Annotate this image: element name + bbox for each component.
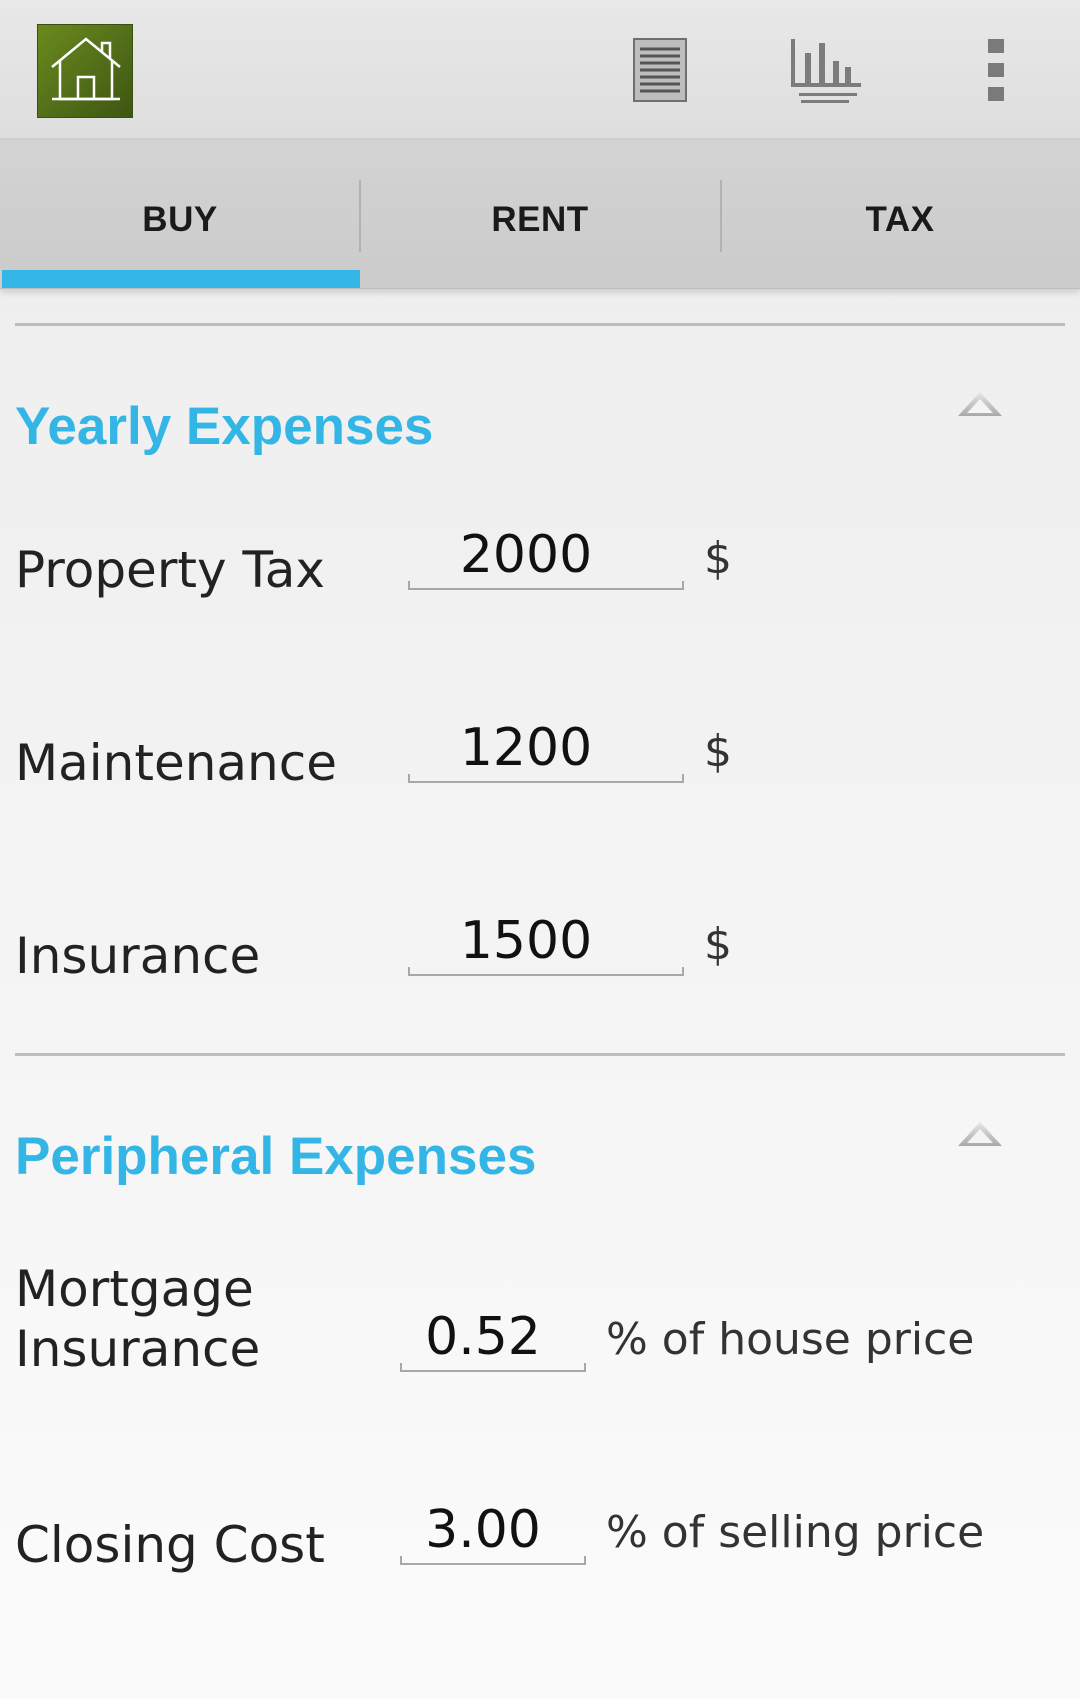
- insurance-label: Insurance: [15, 927, 261, 985]
- collapse-icon[interactable]: [950, 382, 1010, 426]
- mortgage-insurance-label: Mortgage Insurance: [15, 1259, 260, 1379]
- input-underline: [400, 1556, 586, 1565]
- property-tax-label: Property Tax: [15, 541, 325, 599]
- input-underline: [408, 774, 684, 783]
- insurance-unit: $: [704, 919, 732, 970]
- tab-buy[interactable]: BUY: [0, 140, 360, 288]
- tab-rent-label: RENT: [491, 200, 589, 239]
- maintenance-input[interactable]: 1200: [408, 713, 684, 783]
- tab-bar: BUY RENT TAX: [0, 140, 1080, 289]
- collapse-icon[interactable]: [950, 1112, 1010, 1156]
- selected-tab-indicator: [2, 270, 360, 288]
- overflow-menu-icon[interactable]: [976, 30, 1016, 110]
- maintenance-unit: $: [704, 726, 732, 777]
- closing-cost-input[interactable]: 3.00: [400, 1495, 586, 1565]
- action-bar: [0, 0, 1080, 140]
- section-title-peripheral-expenses: Peripheral Expenses: [15, 1127, 537, 1186]
- property-tax-value: 2000: [459, 525, 593, 585]
- section-divider: [15, 1053, 1065, 1056]
- property-tax-input[interactable]: 2000: [408, 520, 684, 590]
- insurance-value: 1500: [459, 911, 593, 971]
- mortgage-insurance-input[interactable]: 0.52: [400, 1302, 586, 1372]
- input-underline: [408, 967, 684, 976]
- mortgage-insurance-label-line1: Mortgage: [15, 1260, 254, 1318]
- property-tax-unit: $: [704, 533, 732, 584]
- section-divider: [15, 323, 1065, 326]
- tab-buy-label: BUY: [142, 200, 218, 239]
- tab-tax[interactable]: TAX: [720, 140, 1080, 288]
- closing-cost-unit: % of selling price: [606, 1507, 985, 1558]
- closing-cost-label: Closing Cost: [15, 1516, 325, 1574]
- maintenance-value: 1200: [459, 718, 593, 778]
- input-underline: [400, 1363, 586, 1372]
- input-underline: [408, 581, 684, 590]
- house-icon[interactable]: [37, 24, 133, 118]
- tab-tax-label: TAX: [865, 200, 935, 239]
- closing-cost-value: 3.00: [425, 1500, 541, 1560]
- section-title-yearly-expenses: Yearly Expenses: [15, 397, 434, 456]
- bar-chart-icon[interactable]: [785, 30, 865, 110]
- mortgage-insurance-unit: % of house price: [606, 1314, 975, 1365]
- tab-rent[interactable]: RENT: [360, 140, 720, 288]
- list-icon[interactable]: [628, 30, 692, 110]
- mortgage-insurance-label-line2: Insurance: [15, 1320, 261, 1378]
- insurance-input[interactable]: 1500: [408, 906, 684, 976]
- mortgage-insurance-value: 0.52: [425, 1307, 541, 1367]
- maintenance-label: Maintenance: [15, 734, 337, 792]
